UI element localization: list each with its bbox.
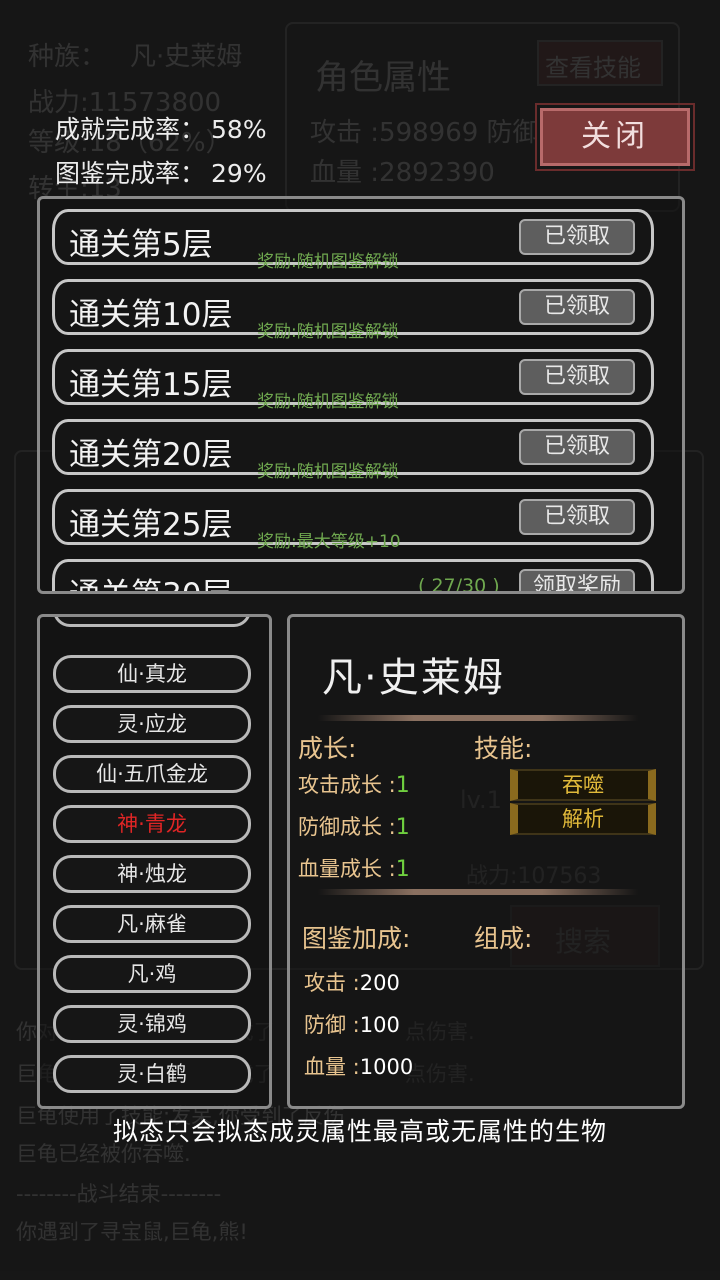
floor-reward-text: 奖励:最大等级+10 bbox=[257, 532, 401, 552]
floor-progress: ( 27/30 ) bbox=[418, 575, 500, 594]
hp-growth-label: 血量成长 : bbox=[298, 857, 396, 881]
bonus-hp-value: 1000 bbox=[359, 1055, 414, 1079]
attack-growth: 攻击成长 :1 bbox=[298, 769, 410, 799]
creature-item[interactable]: 神·烛龙 bbox=[53, 855, 251, 893]
list-item-partial bbox=[53, 617, 251, 627]
floor-title: 通关第30层 bbox=[69, 569, 232, 591]
attack-growth-label: 攻击成长 : bbox=[298, 773, 396, 797]
claimed-button[interactable]: 已领取 bbox=[519, 429, 635, 465]
creature-item[interactable]: 凡·麻雀 bbox=[53, 905, 251, 943]
hp-growth-value: 1 bbox=[395, 857, 410, 882]
skill-devour-button[interactable]: 吞噬 bbox=[510, 769, 656, 801]
claimed-button[interactable]: 已领取 bbox=[519, 219, 635, 255]
achievement-rate-label: 成就完成率： bbox=[55, 115, 206, 144]
defense-growth: 防御成长 :1 bbox=[298, 811, 410, 841]
bonus-attack-label: 攻击 : bbox=[304, 971, 360, 995]
creature-item[interactable]: 凡·鸡 bbox=[53, 955, 251, 993]
creature-item[interactable]: 灵·白鹤 bbox=[53, 1055, 251, 1093]
claimed-button[interactable]: 已领取 bbox=[519, 499, 635, 535]
bonus-attack-value: 200 bbox=[359, 971, 400, 995]
bonus-hp: 血量 :1000 bbox=[304, 1051, 413, 1081]
claim-reward-button[interactable]: 领取奖励 bbox=[519, 569, 635, 591]
skills-title: 技能: bbox=[474, 734, 533, 763]
claimed-button[interactable]: 已领取 bbox=[519, 289, 635, 325]
bonus-defense-value: 100 bbox=[359, 1013, 400, 1037]
codex-rate-label: 图鉴完成率： bbox=[55, 159, 206, 188]
floor-title: 通关第15层 bbox=[69, 367, 233, 403]
achievement-rate-value: 58% bbox=[211, 115, 267, 144]
bonus-attack: 攻击 :200 bbox=[304, 967, 400, 997]
creature-name: 凡·史莱姆 bbox=[322, 655, 505, 701]
composition-title: 组成: bbox=[474, 924, 533, 953]
bonus-defense-label: 防御 : bbox=[304, 1013, 360, 1037]
hp-growth: 血量成长 :1 bbox=[298, 853, 410, 883]
floor-reward-list[interactable]: 通关第5层 已领取 奖励:随机图鉴解锁 通关第10层 已领取 奖励:随机图鉴解锁… bbox=[37, 196, 685, 594]
codex-bonus-title: 图鉴加成: bbox=[302, 924, 411, 953]
divider bbox=[318, 715, 638, 721]
bonus-hp-label: 血量 : bbox=[304, 1055, 360, 1079]
codex-rate: 图鉴完成率： 29% bbox=[55, 154, 267, 190]
achievement-rate: 成就完成率： 58% bbox=[55, 110, 267, 146]
attack-growth-value: 1 bbox=[395, 773, 410, 798]
floor-title: 通关第5层 bbox=[69, 227, 213, 263]
divider bbox=[318, 889, 638, 895]
floor-title: 通关第20层 bbox=[69, 437, 233, 473]
floor-title: 通关第10层 bbox=[69, 297, 233, 333]
floor-reward-text: 奖励:随机图鉴解锁 bbox=[257, 462, 399, 482]
close-button[interactable]: 关闭 bbox=[535, 103, 695, 171]
creature-item[interactable]: 灵·应龙 bbox=[53, 705, 251, 743]
floor-reward-text: 奖励:随机图鉴解锁 bbox=[257, 252, 399, 272]
floor-reward-text: 奖励:随机图鉴解锁 bbox=[257, 392, 399, 412]
floor-reward-text: 奖励:随机图鉴解锁 bbox=[257, 322, 399, 342]
claimed-button[interactable]: 已领取 bbox=[519, 359, 635, 395]
creature-list[interactable]: 仙·真龙 灵·应龙 仙·五爪金龙 神·青龙 神·烛龙 凡·麻雀 凡·鸡 灵·锦鸡… bbox=[37, 614, 272, 1109]
creature-item[interactable]: 仙·五爪金龙 bbox=[53, 755, 251, 793]
growth-title: 成长: bbox=[298, 734, 357, 763]
defense-growth-value: 1 bbox=[395, 815, 410, 840]
creature-item-selected[interactable]: 神·青龙 bbox=[53, 805, 251, 843]
skill-analyze-button[interactable]: 解析 bbox=[510, 803, 656, 835]
floor-reward-row: 通关第30层 领取奖励 bbox=[52, 559, 654, 591]
creature-item[interactable]: 仙·真龙 bbox=[53, 655, 251, 693]
mimic-hint-text: 拟态只会拟态成灵属性最高或无属性的生物 bbox=[112, 1117, 607, 1146]
floor-title: 通关第25层 bbox=[69, 507, 233, 543]
codex-rate-value: 29% bbox=[211, 159, 267, 188]
defense-growth-label: 防御成长 : bbox=[298, 815, 396, 839]
bonus-defense: 防御 :100 bbox=[304, 1009, 400, 1039]
creature-item[interactable]: 灵·锦鸡 bbox=[53, 1005, 251, 1043]
creature-detail-panel: 凡·史莱姆 成长: 技能: 攻击成长 :1 防御成长 :1 血量成长 :1 吞噬… bbox=[287, 614, 685, 1109]
